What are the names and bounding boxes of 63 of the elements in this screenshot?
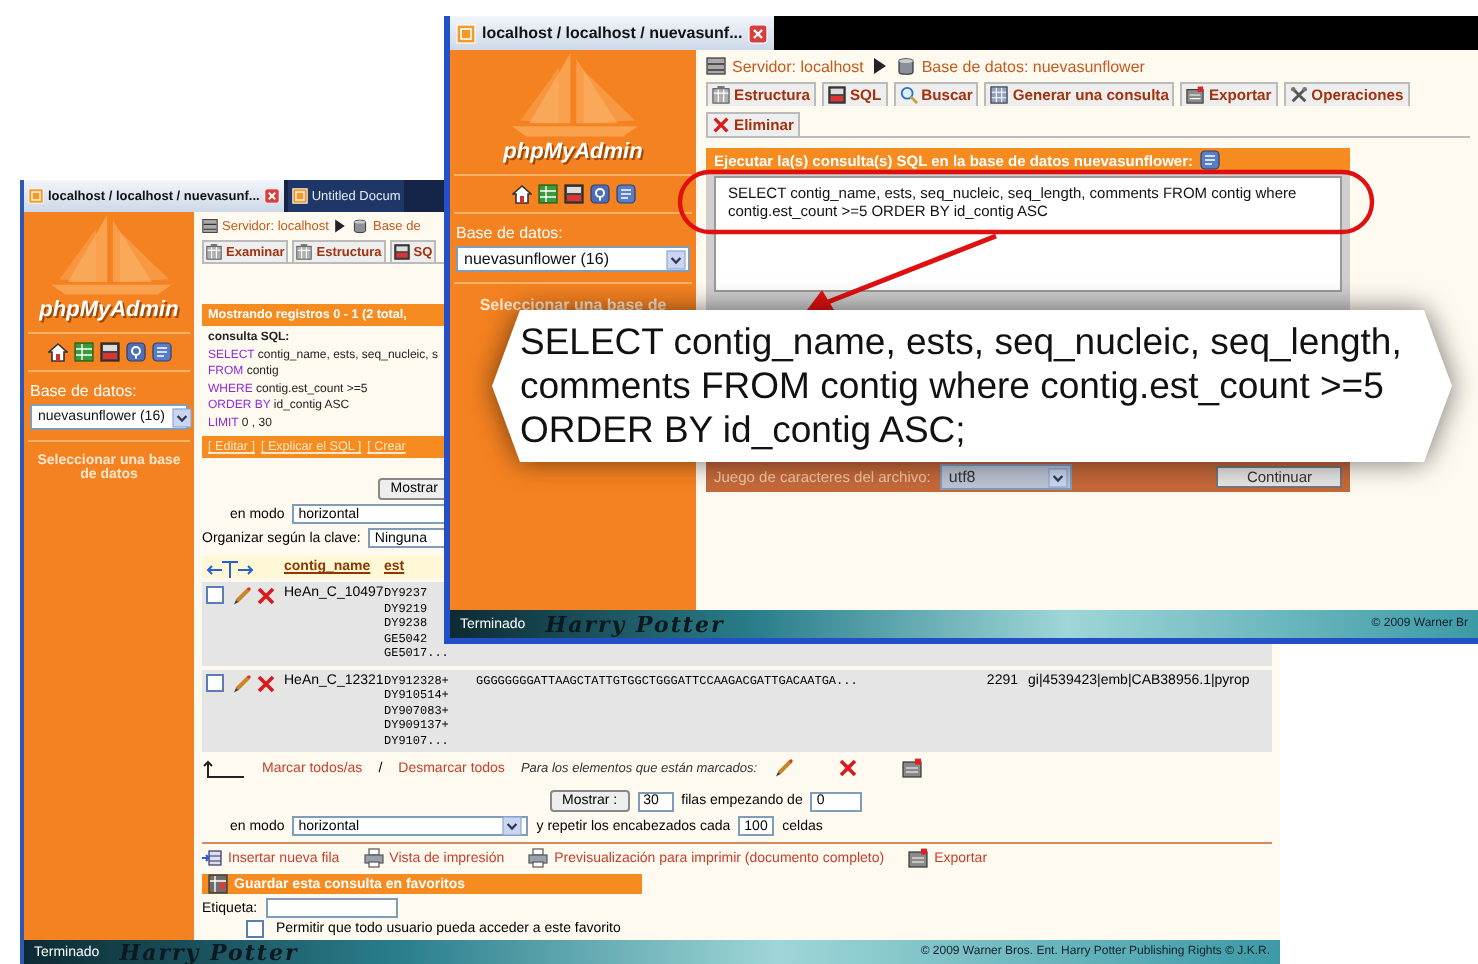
home-icon [511, 184, 531, 204]
page-icon [28, 188, 44, 204]
delete-icon [837, 758, 858, 778]
column-arrows-icon [206, 559, 254, 579]
sql-icon [563, 184, 583, 204]
table-icon [537, 184, 557, 204]
database-select[interactable]: nuevasunflower (16) [456, 246, 690, 272]
magnifier-icon [899, 86, 918, 104]
export-icon [1186, 86, 1205, 104]
caret-icon [666, 249, 686, 269]
row-checkbox[interactable] [206, 673, 224, 691]
caret-icon [1048, 467, 1069, 487]
database-label: Base de datos: [454, 222, 565, 244]
insert-row-icon [202, 848, 222, 868]
triangle-icon [869, 56, 890, 76]
printer-icon [528, 848, 549, 868]
database-label: Base de datos: [28, 380, 139, 402]
banner-logo: Harry Potter [119, 939, 299, 964]
caret-icon [172, 407, 193, 427]
server-link[interactable]: Servidor: localhost [732, 57, 864, 75]
export-icon [901, 758, 922, 778]
server-icon [706, 56, 726, 76]
question-icon [125, 342, 145, 362]
page-icon [291, 188, 308, 204]
sql-icon [99, 342, 119, 362]
phpmyadmin-logo: phpMyAdmin [37, 296, 181, 324]
pencil-icon [773, 758, 794, 778]
page-icon [456, 23, 476, 43]
browser-tab[interactable]: localhost / localhost / nuevasunf... [450, 16, 775, 50]
row-checkbox[interactable] [206, 586, 224, 604]
charset-select[interactable]: utf8 [940, 464, 1073, 490]
triangle-icon [332, 218, 349, 234]
database-icon [895, 56, 916, 76]
delete-icon [712, 116, 730, 134]
query-icon [990, 86, 1009, 104]
sql-icon [827, 86, 846, 104]
table-icon [73, 342, 93, 362]
close-icon [748, 23, 769, 43]
bookmark-icon [208, 874, 228, 894]
pencil-icon [232, 586, 252, 606]
structure-icon [712, 86, 730, 104]
public-checkbox[interactable] [246, 920, 264, 938]
banner-logo: Harry Potter [545, 611, 725, 637]
phpmyadmin-logo: phpMyAdmin [501, 138, 645, 166]
close-icon [263, 188, 280, 204]
document-icon [151, 342, 171, 362]
database-link[interactable]: Base de datos: nuevasunflower [921, 57, 1145, 75]
delete-icon [256, 586, 276, 606]
document-icon [615, 184, 635, 204]
select-all-arrow-icon [202, 759, 246, 777]
caret-icon [502, 816, 523, 836]
home-icon [47, 342, 67, 362]
pencil-icon [232, 673, 252, 693]
document-icon [1199, 150, 1220, 170]
export-icon [908, 848, 929, 868]
sql-icon [393, 244, 410, 260]
callout-text: SELECT contig_name, ests, seq_nucleic, seq_length, comments FROM contig where contig.est_count >=5 ORDER BY id_contig ASC; [492, 310, 1452, 462]
printer-icon [363, 848, 384, 868]
server-icon [202, 218, 218, 234]
database-icon [352, 218, 369, 234]
question-icon [589, 184, 609, 204]
delete-icon [256, 673, 276, 693]
label-field[interactable] [265, 898, 398, 918]
